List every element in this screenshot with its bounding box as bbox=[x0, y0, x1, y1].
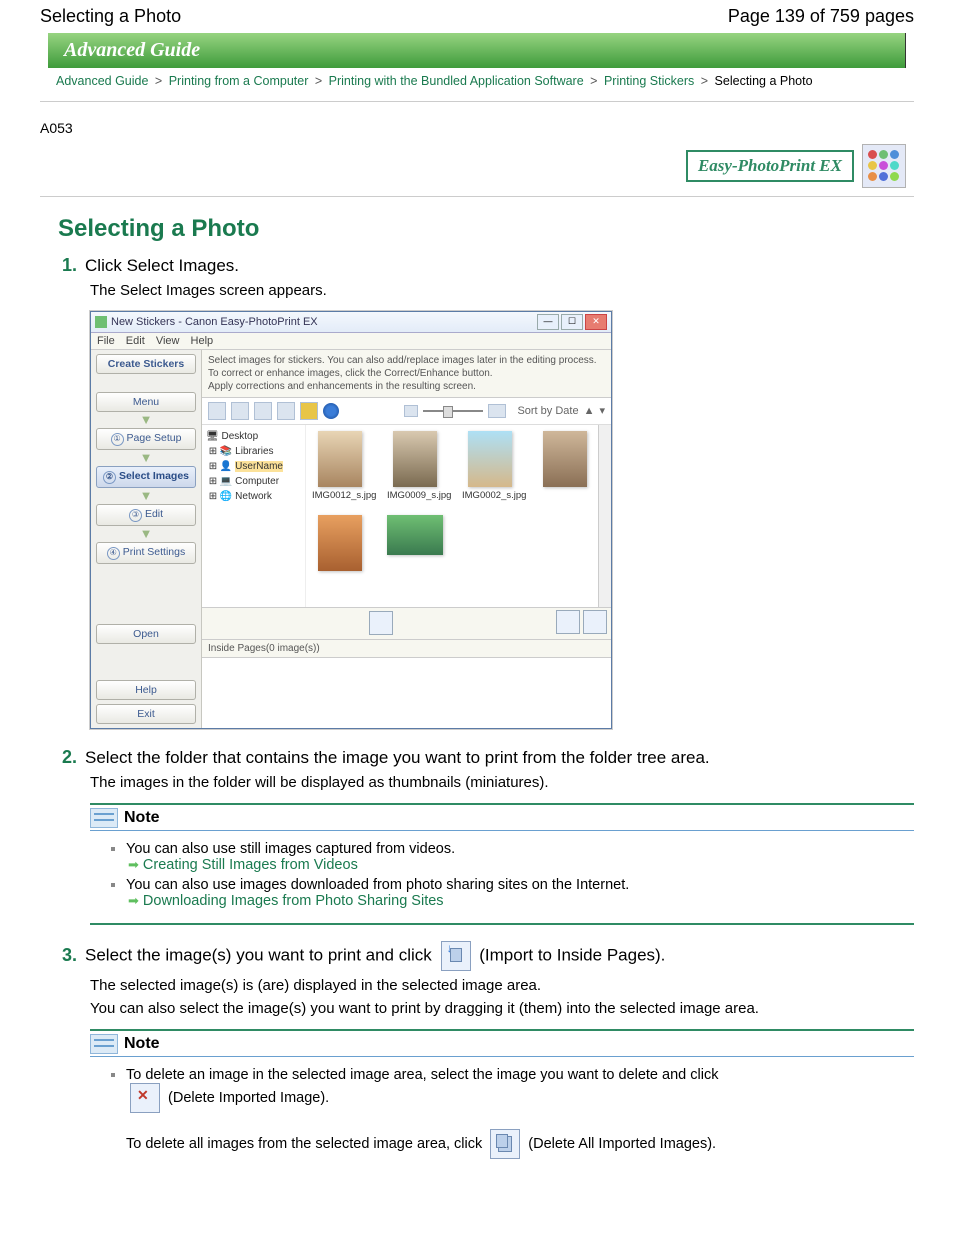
crumb-advanced-guide[interactable]: Advanced Guide bbox=[56, 74, 148, 88]
menu-file[interactable]: File bbox=[97, 335, 115, 347]
note2-item2-pre: To delete all images from the selected i… bbox=[126, 1136, 482, 1152]
arrow-down-icon: ▼ bbox=[140, 492, 153, 500]
arrow-down-icon: ▼ bbox=[140, 530, 153, 538]
delete-imported-icon[interactable] bbox=[556, 610, 580, 634]
brand-label: Easy-PhotoPrint EX bbox=[686, 150, 854, 182]
selected-image-area[interactable] bbox=[202, 658, 611, 728]
minimize-button[interactable]: — bbox=[537, 314, 559, 330]
edit-button[interactable]: ③Edit bbox=[96, 504, 196, 526]
scrollbar[interactable] bbox=[598, 425, 611, 607]
import-icon[interactable] bbox=[369, 611, 393, 635]
globe-icon[interactable] bbox=[323, 403, 339, 419]
app-window-title: New Stickers - Canon Easy-PhotoPrint EX bbox=[111, 316, 318, 328]
thumb-large-icon[interactable] bbox=[488, 404, 506, 418]
note-icon bbox=[90, 808, 118, 828]
sort-dropdown-icon[interactable]: ▾ bbox=[599, 404, 605, 417]
step-2-title: Select the folder that contains the imag… bbox=[85, 748, 710, 768]
link-still-images[interactable]: Creating Still Images from Videos bbox=[128, 857, 358, 873]
exit-button[interactable]: Exit bbox=[96, 704, 196, 724]
menu-edit[interactable]: Edit bbox=[126, 335, 145, 347]
thumbnail-size-slider[interactable] bbox=[423, 410, 483, 412]
info-line-3: Apply corrections and enhancements in th… bbox=[208, 380, 605, 393]
step-3-number: 3. bbox=[62, 945, 77, 966]
thumbnail[interactable]: IMG0002_s.jpg bbox=[462, 431, 517, 501]
arrow-down-icon: ▼ bbox=[140, 416, 153, 424]
note-icon bbox=[90, 1034, 118, 1054]
delete-all-icon[interactable] bbox=[583, 610, 607, 634]
note-title: Note bbox=[124, 1035, 160, 1053]
delete-imported-image-icon bbox=[130, 1083, 160, 1113]
selected-area-label: Inside Pages(0 image(s)) bbox=[202, 640, 611, 658]
arrow-down-icon: ▼ bbox=[140, 454, 153, 462]
delete-all-imported-icon bbox=[490, 1129, 520, 1159]
help-button[interactable]: Help bbox=[96, 680, 196, 700]
thumbnail[interactable] bbox=[537, 431, 592, 501]
page-setup-button[interactable]: ①Page Setup bbox=[96, 428, 196, 450]
menu-view[interactable]: View bbox=[156, 335, 180, 347]
thumbnail[interactable]: IMG0009_s.jpg bbox=[387, 431, 442, 501]
step-1-desc: The Select Images screen appears. bbox=[90, 282, 914, 299]
step-1-number: 1. bbox=[62, 255, 77, 276]
tool-icon[interactable] bbox=[254, 402, 272, 420]
crumb-bundled-app[interactable]: Printing with the Bundled Application So… bbox=[329, 74, 584, 88]
sort-asc-icon[interactable]: ▲ bbox=[584, 405, 595, 417]
crumb-sep: > bbox=[155, 74, 162, 88]
folder-tree[interactable]: 🖥 Desktop ⊞ 📚 Libraries ⊞ 👤 UserName ⊞ 💻… bbox=[202, 425, 305, 607]
menu-help[interactable]: Help bbox=[191, 335, 214, 347]
tool-icon[interactable] bbox=[208, 402, 226, 420]
note1-item2: You can also use images downloaded from … bbox=[126, 877, 629, 893]
note2-item1-post: (Delete Imported Image). bbox=[168, 1090, 329, 1106]
crumb-printing-stickers[interactable]: Printing Stickers bbox=[604, 74, 694, 88]
app-screenshot: New Stickers - Canon Easy-PhotoPrint EX … bbox=[90, 311, 612, 729]
step-2-desc: The images in the folder will be display… bbox=[90, 774, 914, 791]
crumb-sep: > bbox=[590, 74, 597, 88]
sort-label[interactable]: Sort by Date bbox=[517, 405, 578, 417]
info-line-1: Select images for stickers. You can also… bbox=[208, 354, 605, 367]
import-inside-pages-icon bbox=[441, 941, 471, 971]
brand-icon bbox=[862, 144, 906, 188]
print-settings-button[interactable]: ④Print Settings bbox=[96, 542, 196, 564]
step-2-number: 2. bbox=[62, 747, 77, 768]
link-photo-sharing[interactable]: Downloading Images from Photo Sharing Si… bbox=[128, 893, 444, 909]
note1-item1: You can also use still images captured f… bbox=[126, 841, 455, 857]
note-title: Note bbox=[124, 809, 160, 827]
breadcrumb: Advanced Guide > Printing from a Compute… bbox=[40, 68, 914, 102]
crumb-sep: > bbox=[315, 74, 322, 88]
tool-icon[interactable] bbox=[277, 402, 295, 420]
crumb-sep: > bbox=[701, 74, 708, 88]
step-3-title: Select the image(s) you want to print an… bbox=[85, 941, 665, 971]
app-menubar: File Edit View Help bbox=[91, 333, 611, 350]
note-box: Note To delete an image in the selected … bbox=[90, 1029, 914, 1173]
topic-title: Selecting a Photo bbox=[58, 215, 914, 243]
guide-banner: Advanced Guide bbox=[48, 33, 906, 68]
create-stickers-button[interactable]: Create Stickers bbox=[96, 354, 196, 374]
pager-text: Page 139 of 759 pages bbox=[728, 6, 914, 27]
maximize-button[interactable]: ☐ bbox=[561, 314, 583, 330]
info-line-2: To correct or enhance images, click the … bbox=[208, 367, 605, 380]
doc-title: Selecting a Photo bbox=[40, 6, 181, 27]
open-button[interactable]: Open bbox=[96, 624, 196, 644]
note-box: Note You can also use still images captu… bbox=[90, 803, 914, 925]
step-1-title: Click Select Images. bbox=[85, 256, 239, 276]
close-button[interactable]: ✕ bbox=[585, 314, 607, 330]
thumb-small-icon[interactable] bbox=[404, 405, 418, 417]
select-images-button[interactable]: ②Select Images bbox=[96, 466, 196, 488]
step-3-desc2: You can also select the image(s) you wan… bbox=[90, 1000, 914, 1017]
crumb-current: Selecting a Photo bbox=[715, 74, 813, 88]
menu-button[interactable]: Menu bbox=[96, 392, 196, 412]
topic-id: A053 bbox=[40, 120, 914, 136]
note2-item2-post: (Delete All Imported Images). bbox=[528, 1136, 716, 1152]
thumbnail[interactable] bbox=[312, 515, 367, 574]
note2-item1: To delete an image in the selected image… bbox=[126, 1067, 718, 1083]
correct-enhance-icon[interactable] bbox=[300, 402, 318, 420]
tool-icon[interactable] bbox=[231, 402, 249, 420]
app-icon bbox=[95, 316, 107, 328]
thumbnail[interactable]: IMG0012_s.jpg bbox=[312, 431, 367, 501]
crumb-printing-computer[interactable]: Printing from a Computer bbox=[169, 74, 309, 88]
step-3-desc1: The selected image(s) is (are) displayed… bbox=[90, 977, 914, 994]
thumbnail[interactable] bbox=[387, 515, 442, 574]
